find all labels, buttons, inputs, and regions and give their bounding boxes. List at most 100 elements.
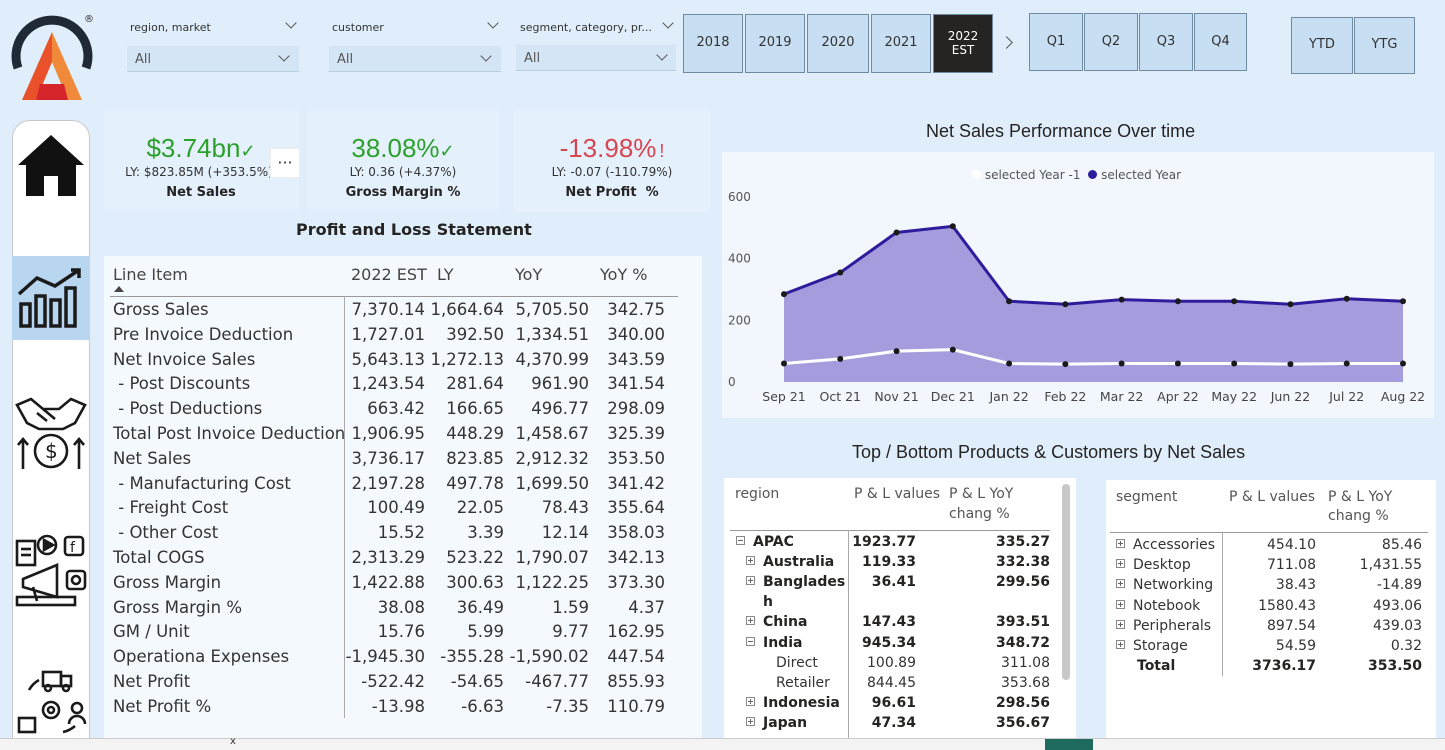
data-point-selected-year[interactable]	[781, 291, 787, 298]
data-point-selected-year[interactable]	[1343, 295, 1350, 302]
segment-total-row[interactable]: Total 3736.17 353.50	[1106, 658, 1436, 678]
expand-icon[interactable]	[1116, 640, 1125, 649]
expand-icon[interactable]	[746, 716, 755, 726]
expand-icon[interactable]	[1116, 559, 1125, 569]
data-point-selected-year[interactable]	[1118, 296, 1125, 303]
nav-marketing-view[interactable]: f	[12, 528, 90, 612]
data-point-selected-year-minus-1[interactable]	[781, 360, 787, 367]
segment-row[interactable]: Notebook 1580.43 493.06	[1106, 598, 1436, 618]
region-header[interactable]: region	[735, 486, 779, 502]
data-point-selected-year[interactable]	[1006, 298, 1013, 305]
pl-row[interactable]: Operationa Expenses -1,945.30 -355.28 -1,59…	[104, 647, 702, 672]
year-button-2021[interactable]: 2021	[871, 14, 931, 73]
pl-row[interactable]: Total COGS 2,313.29 523.22 1,790.07 342.13	[104, 548, 702, 573]
pl-row[interactable]: Gross Margin 1,422.88 300.63 1,122.25 373.30	[104, 573, 702, 598]
net-sales-chart[interactable]: selected Year -1 selected Year 0 200 400 60…	[722, 152, 1434, 418]
year-button-2019[interactable]: 2019	[745, 14, 805, 73]
nav-home[interactable]	[12, 128, 90, 202]
data-point-selected-year-minus-1[interactable]	[1062, 361, 1069, 368]
data-point-selected-year[interactable]	[1174, 298, 1181, 305]
data-point-selected-year[interactable]	[837, 269, 844, 276]
quarter-button-q1[interactable]: Q1	[1029, 13, 1083, 71]
expand-icon[interactable]	[1116, 619, 1125, 629]
data-point-selected-year-minus-1[interactable]	[949, 346, 956, 353]
pl-row[interactable]: - Post Discounts 1,243.54 281.64 961.90 341.…	[104, 374, 702, 399]
data-point-selected-year[interactable]	[1062, 301, 1069, 308]
pl-row[interactable]: Net Profit -522.42 -54.65 -467.77 855.93	[104, 672, 702, 697]
slicer-segment-category-dropdown[interactable]: All	[516, 45, 676, 71]
data-point-selected-year-minus-1[interactable]	[893, 348, 900, 355]
expand-icon[interactable]	[746, 696, 755, 706]
segment-row[interactable]: Peripherals 897.54 439.03	[1106, 618, 1436, 638]
tab-close-icon[interactable]: x	[230, 736, 236, 747]
pl-row[interactable]: Net Profit % -13.98 -6.63 -7.35 110.79	[104, 697, 702, 722]
data-point-selected-year-minus-1[interactable]	[1231, 360, 1238, 367]
quarter-button-q2[interactable]: Q2	[1084, 13, 1138, 71]
pl-row[interactable]: Total Post Invoice Deduction 1,906.95 448.…	[104, 424, 702, 449]
expand-icon[interactable]	[746, 616, 755, 626]
segment-matrix[interactable]: segment P & L values P & L YoY chang % A…	[1106, 480, 1436, 740]
region-row[interactable]: Australia 119.33 332.38	[724, 554, 1054, 574]
region-header-values[interactable]: P & L values	[854, 486, 940, 502]
expand-icon[interactable]	[1116, 539, 1125, 548]
data-point-selected-year-minus-1[interactable]	[1118, 360, 1125, 367]
region-row[interactable]: Japan 47.34 356.67	[724, 715, 1054, 735]
segment-header[interactable]: segment	[1116, 489, 1177, 505]
segment-header-yoy-2[interactable]: chang %	[1328, 508, 1389, 524]
collapse-icon[interactable]	[746, 636, 755, 646]
ytd-button[interactable]: YTD	[1291, 17, 1353, 74]
region-row[interactable]: India 945.34 348.72	[724, 635, 1054, 655]
slicer-region-market-dropdown[interactable]: All	[127, 46, 299, 72]
kpi-card-gross-margin[interactable]: 38.08%✓ LY: 0.36 (+4.37%) Gross Margin %	[307, 110, 499, 210]
segment-row[interactable]: Networking 38.43 -14.89	[1106, 577, 1436, 597]
slicer-customer-dropdown[interactable]: All	[329, 46, 501, 72]
data-point-selected-year[interactable]	[1231, 298, 1238, 305]
pl-header-ly[interactable]: LY	[437, 265, 454, 284]
pl-row[interactable]: Net Invoice Sales 5,643.13 1,272.13 4,370.9…	[104, 350, 702, 375]
quarter-button-q3[interactable]: Q3	[1139, 13, 1193, 71]
data-point-selected-year-minus-1[interactable]	[837, 355, 844, 362]
kpi-card-net-profit[interactable]: -13.98%! LY: -0.07 (-110.79%) Net Profit…	[514, 110, 710, 212]
expand-icon[interactable]	[1116, 579, 1125, 589]
pl-row[interactable]: - Other Cost 15.52 3.39 12.14 358.03	[104, 523, 702, 548]
pl-row[interactable]: Net Sales 3,736.17 823.85 2,912.32 353.50	[104, 449, 702, 474]
pl-header-line-item[interactable]: Line Item	[113, 265, 188, 284]
data-point-selected-year-minus-1[interactable]	[1174, 360, 1181, 367]
year-button-2022-est[interactable]: 2022 EST	[933, 14, 993, 73]
region-row[interactable]: APAC 1923.77 335.27	[724, 534, 1054, 554]
data-point-selected-year-minus-1[interactable]	[1006, 360, 1013, 367]
year-button-2018[interactable]: 2018	[683, 14, 743, 73]
data-point-selected-year-minus-1[interactable]	[1287, 361, 1294, 368]
pl-row[interactable]: - Post Deductions 663.42 166.65 496.77 298.0…	[104, 399, 702, 424]
pl-row[interactable]: Pre Invoice Deduction 1,727.01 392.50 1,334…	[104, 325, 702, 350]
region-row[interactable]: Direct 100.89 311.08	[724, 655, 1054, 675]
pl-header-2022-est[interactable]: 2022 EST	[351, 265, 427, 284]
year-button-2020[interactable]: 2020	[807, 14, 869, 73]
region-header-yoy-2[interactable]: chang %	[949, 506, 1010, 522]
expand-icon[interactable]	[1116, 599, 1125, 609]
region-row[interactable]: Retailer 844.45 353.68	[724, 675, 1054, 695]
nav-supply-chain-view[interactable]	[12, 664, 90, 740]
pl-table[interactable]: Line Item 2022 EST LY YoY YoY % Gross Sa…	[104, 256, 702, 741]
region-scrollbar[interactable]	[1062, 484, 1070, 680]
chevron-down-icon[interactable]	[285, 17, 297, 29]
segment-row[interactable]: Accessories 454.10 85.46	[1106, 537, 1436, 557]
pl-row[interactable]: GM / Unit 15.76 5.99 9.77 162.95	[104, 622, 702, 647]
pl-header-yoy-pct[interactable]: YoY %	[600, 265, 648, 284]
segment-row[interactable]: Storage 54.59 0.32	[1106, 638, 1436, 658]
data-point-selected-year-minus-1[interactable]	[1343, 360, 1350, 367]
data-point-selected-year[interactable]	[1400, 298, 1406, 305]
pl-row[interactable]: Gross Sales 7,370.14 1,664.64 5,705.50 342.7…	[104, 300, 702, 325]
pl-row[interactable]: - Manufacturing Cost 2,197.28 497.78 1,699.…	[104, 474, 702, 499]
collapse-icon[interactable]	[736, 536, 745, 545]
expand-icon[interactable]	[746, 556, 755, 566]
expand-icon[interactable]	[746, 576, 755, 586]
pl-row[interactable]: - Freight Cost 100.49 22.05 78.43 355.64	[104, 498, 702, 523]
region-header-yoy[interactable]: P & L YoY	[949, 486, 1013, 502]
pl-row[interactable]: Gross Margin % 38.08 36.49 1.59 4.37	[104, 598, 702, 623]
more-options-button[interactable]: ···	[270, 148, 300, 178]
chevron-down-icon[interactable]	[662, 17, 674, 29]
data-point-selected-year[interactable]	[1287, 301, 1294, 308]
chevron-down-icon[interactable]	[487, 17, 499, 29]
nav-finance-view[interactable]	[12, 256, 90, 340]
